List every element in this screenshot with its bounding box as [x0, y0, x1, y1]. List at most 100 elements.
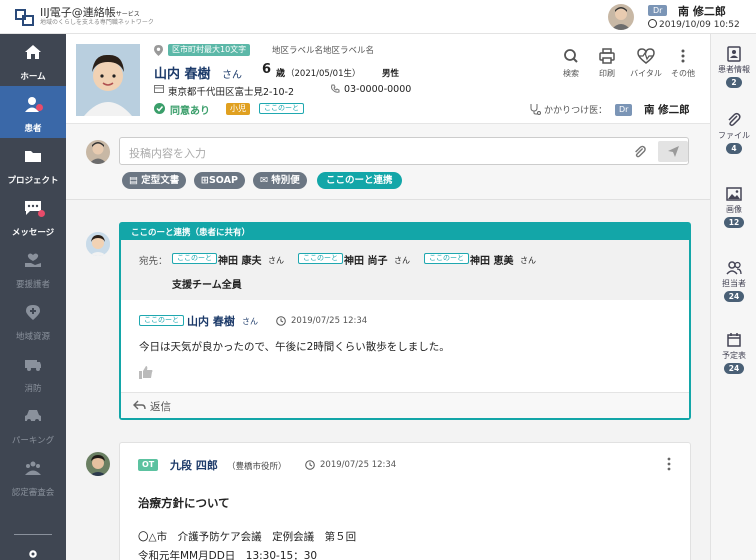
rail-files[interactable]: ファイル 4 [711, 112, 756, 154]
recipient-suffix: さん [394, 256, 410, 265]
patient-age-unit: 歳 [276, 69, 286, 79]
post-card-coconote: ここのーと連携（患者に共有） 宛先： ここのーと 神田 康夫 さん ここのーと … [119, 222, 691, 420]
building-icon [154, 85, 164, 93]
author-role-badge: OT [138, 459, 159, 471]
sidebar-item-fire[interactable]: 消防 [0, 346, 66, 398]
to-label: 宛先： [139, 256, 168, 267]
post-time: 2019/07/25 12:34 [320, 460, 397, 470]
support-team: 支援チーム全員 [172, 280, 242, 291]
stethoscope-icon [530, 104, 541, 115]
post-author[interactable]: 九段 四郎 [170, 457, 218, 473]
rail-patient-info[interactable]: 患者情報 2 [711, 46, 756, 88]
sidebar-item-project[interactable]: プロジェクト [0, 138, 66, 190]
post-header: ここのーと連携（患者に共有） [121, 224, 689, 240]
user-role-badge: Dr [648, 5, 668, 16]
post-composer: 投稿内容を入力 ▤ 定型文書 ⊞SOAP ✉ 特別便 ここのーと連携 [66, 124, 710, 200]
primary-doctor-label: かかりつけ医： [544, 106, 608, 116]
coconote-link-chip[interactable]: ここのーと連携 [317, 172, 402, 189]
rail-images[interactable]: 画像 12 [711, 186, 756, 228]
brand-tagline: 地域のくらしを支える専門職ネットワーク [40, 19, 154, 26]
more-vertical-icon[interactable] [666, 457, 672, 471]
sidebar-item-patient[interactable]: 患者 [0, 86, 66, 138]
more-vertical-icon [681, 49, 685, 63]
post-feed: ここのーと連携（患者に共有） 宛先： ここのーと 神田 康夫 さん ここのーと … [66, 200, 710, 560]
recipient-tag: ここのーと [172, 253, 217, 264]
phone-icon [331, 84, 340, 93]
post-author-suffix: さん [242, 317, 258, 326]
sidebar-item-resources[interactable]: 地域資源 [0, 294, 66, 346]
recipient-box: 宛先： ここのーと 神田 康夫 さん ここのーと 神田 尚子 さん ここのーと … [121, 240, 689, 300]
user-avatar[interactable] [608, 4, 634, 30]
search-icon [564, 49, 578, 63]
clock-icon [276, 316, 286, 326]
rail-staff[interactable]: 担当者 24 [711, 260, 756, 302]
recipient-tag: ここのーと [298, 253, 343, 264]
post-avatar [86, 232, 110, 256]
send-button[interactable] [658, 141, 688, 162]
special-mail-chip[interactable]: ✉ 特別便 [253, 172, 307, 189]
patient-sex: 男性 [382, 69, 400, 79]
sidebar-item-review[interactable]: 認定審査会 [0, 450, 66, 502]
template-doc-chip[interactable]: ▤ 定型文書 [122, 172, 187, 189]
patient-alert-dot [36, 104, 43, 111]
app-logo-icon [15, 9, 34, 26]
car-icon [25, 410, 41, 423]
reply-bar[interactable]: 返信 [121, 392, 689, 418]
rail-count: 2 [726, 77, 742, 88]
action-vital[interactable]: バイタル [625, 48, 667, 79]
post-author[interactable]: 山内 春樹 [187, 313, 235, 329]
paperclip-icon [728, 112, 741, 127]
action-more[interactable]: その他 [665, 48, 701, 79]
like-thumb-icon[interactable] [139, 366, 153, 379]
right-rail: 患者情報 2 ファイル 4 画像 12 担当者 24 予定表 24 [710, 34, 756, 560]
check-circle-icon [154, 103, 165, 114]
send-icon [668, 146, 679, 157]
user-name[interactable]: 南 修二郎 [678, 3, 726, 19]
patient-birthdate: （2021/05/01生） [286, 69, 361, 79]
reply-arrow-icon [133, 400, 146, 410]
image-icon [726, 187, 742, 201]
sidebar-item-parking[interactable]: パーキング [0, 398, 66, 450]
region-badge: 区市町村最大10文字 [168, 44, 251, 56]
template-doc-icon: ▤ [129, 175, 142, 186]
clock-icon [305, 460, 315, 470]
recipient-suffix: さん [268, 256, 284, 265]
soap-chip[interactable]: ⊞SOAP [194, 172, 245, 189]
action-search[interactable]: 検索 [553, 48, 589, 79]
post-body: ここのーと 山内 春樹 さん 2019/07/25 12:34 今日は天気が良か… [121, 300, 689, 392]
vital-heart-icon [637, 48, 655, 64]
settings-gear-icon[interactable] [25, 548, 41, 560]
location-pin-icon [154, 45, 163, 56]
rail-count: 24 [723, 291, 745, 302]
calendar-icon [727, 333, 741, 347]
post-input[interactable]: 投稿内容を入力 [119, 137, 689, 165]
pediatric-tag: 小児 [226, 103, 250, 115]
attach-paperclip-icon[interactable] [633, 145, 647, 159]
ambulance-icon [25, 360, 41, 371]
recipient-tag: ここのーと [424, 253, 469, 264]
patient-name: 山内 春樹 [154, 67, 211, 82]
patient-honorific: さん [222, 70, 242, 81]
patient-photo [76, 44, 140, 116]
sidebar-item-support[interactable]: 要援護者 [0, 242, 66, 294]
printer-icon [599, 48, 615, 64]
rail-schedule[interactable]: 予定表 24 [711, 332, 756, 374]
post-title: 治療方針について [138, 496, 230, 510]
sidebar-item-home[interactable]: ホーム [0, 34, 66, 86]
post-line: 令和元年MM月DD日 13:30-15：30 [138, 550, 318, 560]
patient-phone: 03-0000-0000 [344, 84, 412, 95]
action-print[interactable]: 印刷 [589, 48, 625, 79]
hand-heart-icon [25, 253, 41, 267]
reply-label: 返信 [150, 401, 171, 413]
top-bar: IIJ電子@連絡帳サービス 地域のくらしを支える専門職ネットワーク Dr 南 修… [0, 0, 756, 34]
post-time: 2019/07/25 12:34 [291, 316, 368, 326]
patient-header: 区市町村最大10文字 地区ラベル名地区ラベル名 山内 春樹 さん 6 歳 （20… [66, 34, 710, 124]
author-tag: ここのーと [139, 315, 184, 326]
post-avatar [86, 452, 110, 476]
sidebar-divider [14, 534, 52, 535]
staff-icon [726, 261, 742, 275]
home-icon [25, 45, 41, 59]
sidebar-item-message[interactable]: メッセージ [0, 190, 66, 242]
map-pin-plus-icon [26, 305, 40, 320]
composer-avatar [86, 140, 110, 164]
